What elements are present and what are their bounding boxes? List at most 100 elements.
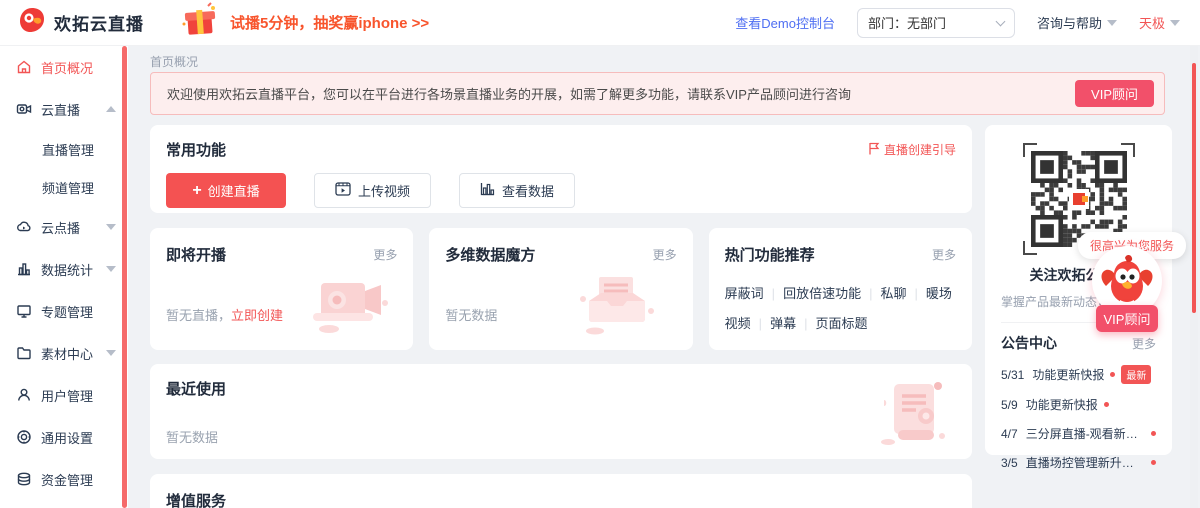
notice-item[interactable]: 3/5 直播场控管理新升级！ xyxy=(1001,454,1156,471)
cloud-vod-icon xyxy=(16,219,32,235)
caret-down-icon xyxy=(1107,20,1117,26)
sidebar-item-cloud-vod[interactable]: 云点播 xyxy=(0,206,128,248)
notice-item[interactable]: 5/9 功能更新快报 xyxy=(1001,396,1156,413)
gift-box-icon xyxy=(180,2,220,43)
sidebar-item-topic-manage[interactable]: 专题管理 xyxy=(0,290,128,332)
sidebar-item-general-settings[interactable]: 通用设置 xyxy=(0,416,128,458)
upcoming-live-card: 即将开播 更多 暂无直播，立即创建 xyxy=(150,228,413,350)
welcome-text: 欢迎使用欢拓云直播平台，您可以在平台进行各场景直播业务的开展，如需了解更多功能，… xyxy=(167,84,851,103)
welcome-banner: 欢迎使用欢拓云直播平台，您可以在平台进行各场景直播业务的开展，如需了解更多功能，… xyxy=(150,72,1165,115)
unread-dot-icon xyxy=(1151,431,1156,436)
notice-more-link[interactable]: 更多 xyxy=(1132,335,1156,352)
logo-text: 欢拓云直播 xyxy=(54,10,144,35)
data-cube-more-link[interactable]: 更多 xyxy=(653,246,677,263)
guide-flag-icon xyxy=(868,142,880,158)
sidebar-item-data-stats[interactable]: 数据统计 xyxy=(0,248,128,290)
notice-item[interactable]: 4/7 三分屏直播-观看新体... xyxy=(1001,425,1156,442)
sidebar-item-label: 云点播 xyxy=(41,218,80,237)
caret-down-icon xyxy=(106,224,116,230)
page-scrollbar-track[interactable] xyxy=(1190,46,1198,508)
tag-divider: | xyxy=(914,286,917,301)
upcoming-more-link[interactable]: 更多 xyxy=(373,246,397,263)
data-chart-icon xyxy=(480,182,495,199)
unread-dot-icon xyxy=(1104,402,1109,407)
username-label: 天极 xyxy=(1139,13,1165,32)
notice-date: 4/7 xyxy=(1001,427,1018,441)
breadcrumb: 首页概况 xyxy=(150,53,198,70)
notice-item[interactable]: 5/31 功能更新快报 最新 xyxy=(1001,365,1156,384)
department-select[interactable]: 部门：无部门 xyxy=(857,8,1015,38)
notice-date: 5/31 xyxy=(1001,368,1024,382)
notice-text: 功能更新快报 xyxy=(1032,366,1104,383)
hot-features-card: 热门功能推荐 更多 屏蔽词|回放倍速功能|私聊|暖场视频|弹幕|页面标题 xyxy=(709,228,972,350)
sidebar-item-label: 通用设置 xyxy=(41,428,93,447)
tag-divider: | xyxy=(869,286,872,301)
tag-divider: | xyxy=(772,286,775,301)
promo-text: 试播5分钟，抽奖赢iphone >> xyxy=(230,12,429,33)
sidebar-item-material-center[interactable]: 素材中心 xyxy=(0,332,128,374)
view-data-label: 查看数据 xyxy=(502,181,554,200)
hot-tag[interactable]: 私聊 xyxy=(880,286,906,301)
value-added-card: 增值服务 xyxy=(150,474,972,508)
help-menu-label: 咨询与帮助 xyxy=(1037,13,1102,32)
live-camera-icon xyxy=(16,101,32,117)
chevron-down-icon xyxy=(996,16,1006,26)
live-create-guide-link[interactable]: 直播创建引导 xyxy=(868,141,956,158)
tag-divider: | xyxy=(804,316,807,331)
create-live-label: 创建直播 xyxy=(208,181,260,200)
qr-center-logo xyxy=(1069,189,1089,209)
caret-down-icon xyxy=(106,350,116,356)
money-icon xyxy=(16,471,32,487)
monitor-icon xyxy=(16,303,32,319)
create-now-link[interactable]: 立即创建 xyxy=(231,308,283,323)
promo-banner[interactable]: 试播5分钟，抽奖赢iphone >> xyxy=(180,2,429,43)
data-cube-empty-text: 暂无数据 xyxy=(445,305,676,324)
hot-tag[interactable]: 页面标题 xyxy=(815,316,867,331)
upcoming-title: 即将开播 xyxy=(166,244,226,265)
caret-up-icon xyxy=(106,106,116,112)
value-added-title: 增值服务 xyxy=(166,493,226,508)
sidebar-item-user-manage[interactable]: 用户管理 xyxy=(0,374,128,416)
hot-tag[interactable]: 回放倍速功能 xyxy=(783,286,861,301)
help-menu[interactable]: 咨询与帮助 xyxy=(1037,13,1117,32)
hot-tag[interactable]: 屏蔽词 xyxy=(725,286,764,301)
sidebar-scrollbar[interactable] xyxy=(122,46,127,508)
vip-float-button[interactable]: VIP顾问 xyxy=(1096,305,1158,332)
caret-down-icon xyxy=(106,266,116,272)
recent-used-card: 最近使用 暂无数据 xyxy=(150,364,972,459)
settings-icon xyxy=(16,429,32,445)
view-data-button[interactable]: 查看数据 xyxy=(459,173,575,208)
sidebar-nav: 首页概况 云直播 直播管理 频道管理 云点播 数据统计 专题管理 xyxy=(0,46,128,508)
demo-console-link[interactable]: 查看Demo控制台 xyxy=(735,13,835,32)
upcoming-empty-text: 暂无直播， xyxy=(166,308,231,323)
sidebar-item-live-manage[interactable]: 直播管理 xyxy=(0,130,128,168)
new-badge: 最新 xyxy=(1121,365,1151,384)
hot-tag[interactable]: 弹幕 xyxy=(770,316,796,331)
unread-dot-icon xyxy=(1110,372,1115,377)
sidebar-item-label: 云直播 xyxy=(41,100,80,119)
guide-link-label: 直播创建引导 xyxy=(884,141,956,158)
data-cube-card: 多维数据魔方 更多 暂无数据 xyxy=(429,228,692,350)
sidebar-item-label: 首页概况 xyxy=(41,58,93,77)
notice-date: 3/5 xyxy=(1001,456,1018,470)
hot-features-more-link[interactable]: 更多 xyxy=(932,246,956,263)
recent-empty-text: 暂无数据 xyxy=(166,427,956,446)
notice-center-title: 公告中心 xyxy=(1001,333,1057,353)
page-scrollbar-thumb[interactable] xyxy=(1192,63,1196,313)
bird-mascot-icon xyxy=(1098,252,1156,310)
create-live-button[interactable]: + 创建直播 xyxy=(166,173,286,208)
sidebar-item-cloud-live[interactable]: 云直播 xyxy=(0,88,128,130)
home-icon xyxy=(16,59,32,75)
sidebar-item-channel-manage[interactable]: 频道管理 xyxy=(0,168,128,206)
user-menu[interactable]: 天极 xyxy=(1139,13,1180,32)
folder-icon xyxy=(16,345,32,361)
sidebar-item-label: 资金管理 xyxy=(41,470,93,489)
vip-advisor-button[interactable]: VIP顾问 xyxy=(1075,80,1154,107)
sidebar-subitem-label: 频道管理 xyxy=(42,178,94,197)
sidebar-item-funds-manage[interactable]: 资金管理 xyxy=(0,458,128,500)
sidebar-item-label: 素材中心 xyxy=(41,344,93,363)
upload-video-button[interactable]: 上传视频 xyxy=(314,173,431,208)
hot-features-title: 热门功能推荐 xyxy=(725,244,815,265)
sidebar-item-home[interactable]: 首页概况 xyxy=(0,46,128,88)
app-logo[interactable]: 欢拓云直播 xyxy=(0,6,180,39)
